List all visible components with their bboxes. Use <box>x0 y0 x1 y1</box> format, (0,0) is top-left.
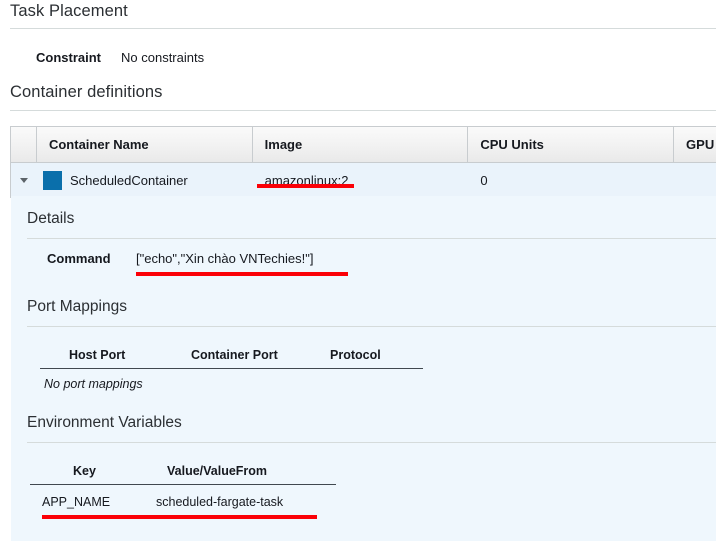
highlight-underline-image <box>257 184 354 188</box>
environment-variables-header-rule <box>30 484 336 485</box>
cell-cpu-units: 0 <box>468 163 674 197</box>
container-name-text: ScheduledContainer <box>70 173 188 188</box>
column-header-image: Image <box>253 127 469 162</box>
details-heading: Details <box>27 210 74 228</box>
chevron-down-icon[interactable] <box>20 178 28 183</box>
details-divider <box>27 238 716 239</box>
cell-gpu <box>674 163 716 197</box>
container-color-swatch-icon <box>43 171 62 190</box>
port-mappings-header-rule <box>40 368 423 369</box>
row-expand-toggle[interactable] <box>11 163 37 197</box>
cell-image: amazonlinux:2 <box>253 163 469 197</box>
column-header-protocol: Protocol <box>330 348 381 362</box>
table-header-row: Container Name Image CPU Units GPU <box>11 127 716 163</box>
highlight-underline-command <box>136 272 348 276</box>
column-header-cpu-units: CPU Units <box>468 127 674 162</box>
column-header-value-valuefrom: Value/ValueFrom <box>167 464 267 478</box>
task-definition-detail-page: Task Placement Constraint No constraints… <box>0 0 716 541</box>
cell-env-key: APP_NAME <box>42 495 110 509</box>
column-header-container-name: Container Name <box>37 127 253 162</box>
task-placement-heading: Task Placement <box>10 2 128 21</box>
port-mappings-divider <box>27 326 716 327</box>
environment-variables-heading: Environment Variables <box>27 414 182 432</box>
command-label: Command <box>47 251 111 266</box>
container-definitions-table: Container Name Image CPU Units GPU Sched… <box>10 126 716 198</box>
cell-env-value: scheduled-fargate-task <box>156 495 283 509</box>
table-row[interactable]: ScheduledContainer amazonlinux:2 0 <box>11 163 716 197</box>
command-value: ["echo","Xin chào VNTechies!"] <box>136 251 313 266</box>
container-definitions-divider <box>10 110 716 111</box>
cpu-units-text: 0 <box>480 173 487 188</box>
cell-container-name: ScheduledContainer <box>37 163 253 197</box>
environment-variables-divider <box>27 442 716 443</box>
column-header-container-port: Container Port <box>191 348 278 362</box>
column-header-key: Key <box>73 464 96 478</box>
container-detail-panel: Details Command ["echo","Xin chào VNTech… <box>11 196 716 541</box>
constraint-label: Constraint <box>36 50 101 65</box>
task-placement-divider <box>10 28 716 29</box>
constraint-value: No constraints <box>121 50 204 65</box>
container-definitions-heading: Container definitions <box>10 83 163 102</box>
column-header-gpu: GPU <box>674 127 716 162</box>
column-header-host-port: Host Port <box>69 348 125 362</box>
highlight-underline-env-var <box>42 515 317 519</box>
port-mappings-empty-text: No port mappings <box>44 377 143 391</box>
column-header-toggle <box>11 127 37 162</box>
port-mappings-heading: Port Mappings <box>27 298 127 316</box>
